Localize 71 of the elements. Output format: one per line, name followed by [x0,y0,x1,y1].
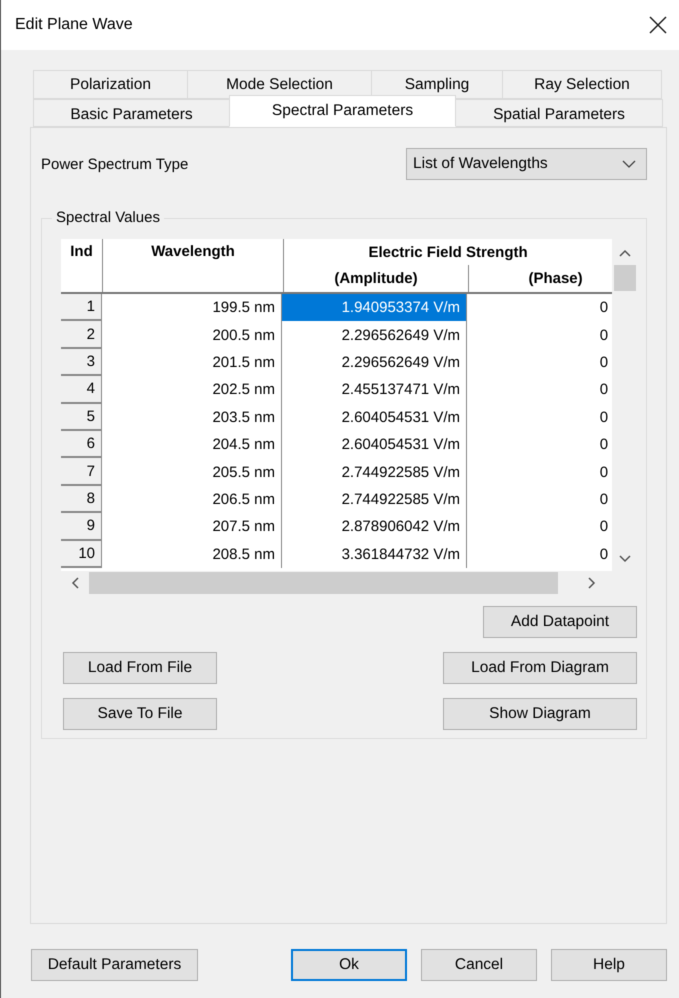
column-header: (Amplitude) [284,265,469,292]
table-cell[interactable]: 2.604054531 V/m [282,430,467,458]
column-header: (Phase) [527,269,584,289]
table-cell-text: 0 [598,352,610,373]
file-button[interactable]: Save To File [63,698,217,730]
table-cell[interactable]: 2.455137471 V/m [282,376,467,404]
table-cell: 205.5 nm [102,458,282,486]
default-parameters-button[interactable]: Default Parameters [31,949,198,981]
row-header: 1 [61,294,102,322]
add-datapoint-button[interactable]: Add Datapoint [483,606,637,638]
table-cell[interactable]: 2.744922585 V/m [282,486,467,514]
table-cell-text: 0 [598,517,610,538]
table-cell-text: 0 [598,490,610,510]
tab[interactable]: Ray Selection [502,70,662,99]
table-cell: 207.5 nm [102,513,282,541]
row-header: 2 [61,321,102,349]
field-label: Power Spectrum Type [41,156,188,172]
column-header: Electric Field Strength [367,242,529,262]
table-cell: 202.5 nm [102,376,282,404]
table-cell-text: 0 [598,326,610,346]
dialog-button[interactable]: Help [551,949,667,981]
table-cell: 203.5 nm [102,404,282,431]
tab[interactable]: Sampling [371,70,503,99]
tab[interactable]: Spectral Parameters [229,95,456,127]
row-header: 5 [61,404,102,431]
window-title: Edit Plane Wave [15,16,133,34]
chevron-down-icon [622,160,636,168]
table-cell[interactable]: 2.296562649 V/m [282,348,467,376]
column-header: Wavelength [103,239,284,292]
table-cell[interactable]: 2.296562649 V/m [282,321,467,349]
table-cell-text: 0 [598,435,610,456]
dialog-button[interactable]: Cancel [421,949,537,981]
close-icon[interactable] [649,16,667,34]
scroll-down-icon[interactable] [618,555,631,563]
diagram-button[interactable]: Show Diagram [443,698,637,730]
table-cell: 204.5 nm [102,430,282,458]
tab[interactable]: Spatial Parameters [455,99,663,127]
diagram-button[interactable]: Load From Diagram [443,652,637,684]
tab[interactable]: Basic Parameters [33,99,230,127]
row-header: 8 [61,486,102,514]
table-cell-text: 0 [598,408,610,428]
table-cell: 201.5 nm [102,348,282,376]
table-cell[interactable]: 2.604054531 V/m [282,404,467,431]
scroll-left-icon[interactable] [71,577,79,589]
row-header: 10 [61,540,102,568]
table-cell[interactable]: 2.744922585 V/m [282,458,467,486]
group-title: Spectral Values [52,209,164,226]
scroll-up-icon[interactable] [618,249,631,257]
table-cell[interactable]: 2.878906042 V/m [282,513,467,541]
table-cell: 200.5 nm [102,321,282,349]
table-cell-text: 0 [598,380,610,400]
scroll-thumb[interactable] [614,265,636,291]
row-header: 3 [61,348,102,376]
scroll-right-icon[interactable] [588,577,596,589]
column-header: Ind [61,239,103,292]
table-cell: 206.5 nm [102,486,282,514]
dropdown[interactable]: List of Wavelengths [406,148,647,180]
dialog-button[interactable]: Ok [291,949,407,981]
table-cell-text: 0 [598,462,610,483]
row-header: 7 [61,458,102,486]
table-cell-text: 0 [598,298,610,318]
table-cell-text: 0 [598,544,610,565]
table-cell: 208.5 nm [102,540,282,568]
row-header: 9 [61,513,102,541]
row-header: 4 [61,376,102,404]
table-cell[interactable]: 3.361844732 V/m [282,540,467,568]
file-button[interactable]: Load From File [63,652,217,684]
scroll-thumb[interactable] [89,572,558,594]
table-cell[interactable]: 1.940953374 V/m [282,294,467,322]
row-header: 6 [61,430,102,458]
tab[interactable]: Polarization [33,70,188,99]
